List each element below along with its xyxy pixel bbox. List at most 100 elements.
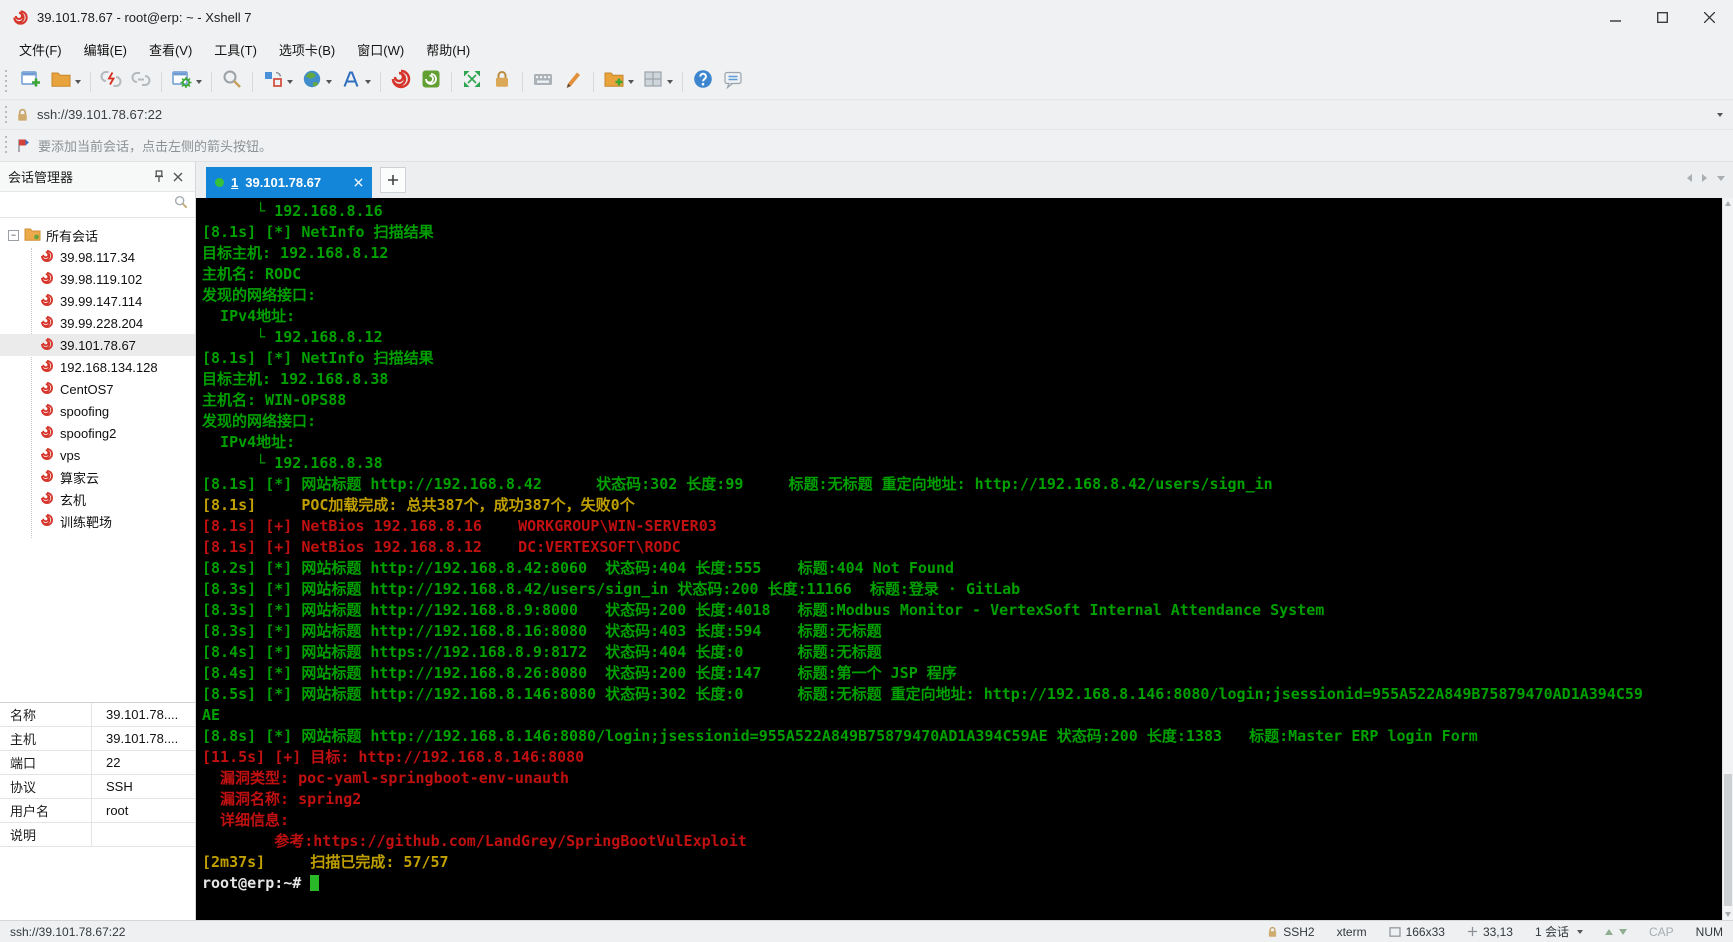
next-session-icon[interactable] [1618, 928, 1627, 935]
collapse-icon[interactable]: − [8, 229, 19, 241]
session-properties-dropdown-icon[interactable] [196, 79, 202, 84]
toolbar-group [16, 66, 85, 97]
status-session-count[interactable]: 1 会话 [1535, 923, 1583, 940]
session-label: 39.98.117.34 [60, 249, 135, 265]
scroll-down-icon[interactable] [1725, 912, 1731, 917]
session-properties-icon [171, 68, 193, 95]
session-item[interactable]: 192.168.134.128 [0, 356, 195, 378]
help-button[interactable] [689, 66, 717, 97]
toolbar-group [96, 66, 156, 97]
tab-label: 39.101.78.67 [245, 175, 322, 190]
toolbar-group [457, 66, 517, 97]
disconnect-icon [100, 68, 122, 95]
terminal-line: [11.5s] [+] 目标: http://192.168.8.146:808… [202, 748, 585, 766]
property-value: SSH [106, 779, 133, 794]
tab-scroll-right-icon[interactable] [1702, 174, 1707, 182]
menu-item-2[interactable]: 查看(V) [138, 36, 203, 63]
session-item[interactable]: 39.98.119.102 [0, 268, 195, 290]
menu-item-6[interactable]: 帮助(H) [415, 36, 481, 63]
transfer-button[interactable] [259, 66, 296, 97]
open-folder-button[interactable] [47, 66, 84, 97]
close-button[interactable] [1686, 0, 1733, 34]
session-icon [40, 359, 54, 376]
terminal-line: [8.8s] [*] 网站标题 http://192.168.8.146:808… [202, 727, 1478, 745]
lock-icon [491, 68, 513, 95]
tab-session[interactable]: 1 39.101.78.67 [206, 167, 372, 198]
open-folder-dropdown-icon[interactable] [75, 79, 81, 84]
font-button[interactable] [337, 66, 374, 97]
transfer-dropdown-icon[interactable] [287, 79, 293, 84]
layout-dropdown-icon[interactable] [667, 79, 673, 84]
menu-item-3[interactable]: 工具(T) [203, 36, 268, 63]
session-search-input[interactable] [0, 192, 195, 218]
terminal-line: [8.1s] [*] NetInfo 扫描结果 [202, 223, 434, 241]
session-item[interactable]: spoofing [0, 400, 195, 422]
session-item[interactable]: CentOS7 [0, 378, 195, 400]
menu-item-0[interactable]: 文件(F) [8, 36, 73, 63]
session-item[interactable]: 39.99.147.114 [0, 290, 195, 312]
property-value: root [106, 803, 129, 818]
tab-scroll-left-icon[interactable] [1687, 174, 1692, 182]
new-session-button[interactable] [17, 66, 45, 97]
session-icon [40, 447, 54, 464]
keyboard-button[interactable] [529, 66, 557, 97]
menu-item-1[interactable]: 编辑(E) [73, 36, 138, 63]
property-row: 端口 22 [0, 751, 195, 775]
property-label: 说明 [0, 823, 92, 846]
session-label: 训练靶场 [60, 514, 113, 530]
session-item[interactable]: vps [0, 444, 195, 466]
menu-item-4[interactable]: 选项卡(B) [268, 36, 346, 63]
tab-index: 1 [231, 175, 239, 190]
new-tab-button[interactable] [380, 167, 406, 193]
prev-session-icon[interactable] [1604, 928, 1613, 935]
title-bar: 39.101.78.67 - root@erp: ~ - Xshell 7 [0, 0, 1733, 34]
terminal-line: [8.1s] POC加载完成: 总共387个，成功387个，失败0个 [202, 496, 635, 514]
session-label: 算家云 [60, 470, 100, 486]
session-item[interactable]: spoofing2 [0, 422, 195, 444]
xshell-button[interactable] [387, 66, 415, 97]
lock-button[interactable] [488, 66, 516, 97]
session-item[interactable]: 算家云 [0, 466, 195, 488]
scrollbar-thumb[interactable] [1724, 774, 1732, 906]
font-dropdown-icon[interactable] [365, 79, 371, 84]
address-bar[interactable]: ssh://39.101.78.67:22 [0, 100, 1733, 130]
xftp-button[interactable] [417, 66, 445, 97]
layout-button[interactable] [639, 66, 676, 97]
session-item[interactable]: 39.98.117.34 [0, 246, 195, 268]
toolbar-separator [161, 71, 162, 92]
session-item[interactable]: 39.99.228.204 [0, 312, 195, 334]
scroll-up-icon[interactable] [1725, 201, 1731, 206]
new-folder-button[interactable] [600, 66, 637, 97]
tree-root-all-sessions[interactable]: − 所有会话 [0, 224, 195, 246]
session-item[interactable]: 玄机 [0, 488, 195, 510]
globe-icon [301, 68, 323, 95]
help-icon [692, 68, 714, 95]
minimize-button[interactable] [1592, 0, 1639, 34]
font-icon [340, 68, 362, 95]
highlighter-button[interactable] [559, 66, 587, 97]
panel-close-icon[interactable] [169, 170, 187, 184]
property-value: 39.101.78.... [106, 707, 179, 722]
globe-dropdown-icon[interactable] [326, 79, 332, 84]
fullscreen-button[interactable] [458, 66, 486, 97]
session-item[interactable]: 训练靶场 [0, 510, 195, 532]
find-button[interactable] [218, 66, 246, 97]
terminal-line: [8.1s] [+] NetBios 192.168.8.16 WORKGROU… [202, 517, 717, 535]
reconnect-button[interactable] [127, 66, 155, 97]
terminal[interactable]: └ 192.168.8.16 [8.1s] [*] NetInfo 扫描结果 目标主… [196, 198, 1733, 920]
address-dropdown-icon[interactable] [1717, 112, 1723, 117]
terminal-line: [2m37s] 扫描已完成: 57/57 [202, 853, 449, 871]
tab-list-icon[interactable] [1717, 175, 1725, 181]
pin-icon[interactable] [149, 168, 169, 185]
bookmark-flag-icon[interactable] [16, 138, 30, 153]
session-item[interactable]: 39.101.78.67 [0, 334, 195, 356]
globe-button[interactable] [298, 66, 335, 97]
terminal-scrollbar[interactable] [1722, 198, 1733, 920]
feedback-button[interactable] [719, 66, 747, 97]
menu-item-5[interactable]: 窗口(W) [346, 36, 415, 63]
tab-close-icon[interactable] [354, 178, 363, 187]
new-folder-dropdown-icon[interactable] [628, 79, 634, 84]
session-properties-button[interactable] [168, 66, 205, 97]
disconnect-button[interactable] [97, 66, 125, 97]
maximize-button[interactable] [1639, 0, 1686, 34]
